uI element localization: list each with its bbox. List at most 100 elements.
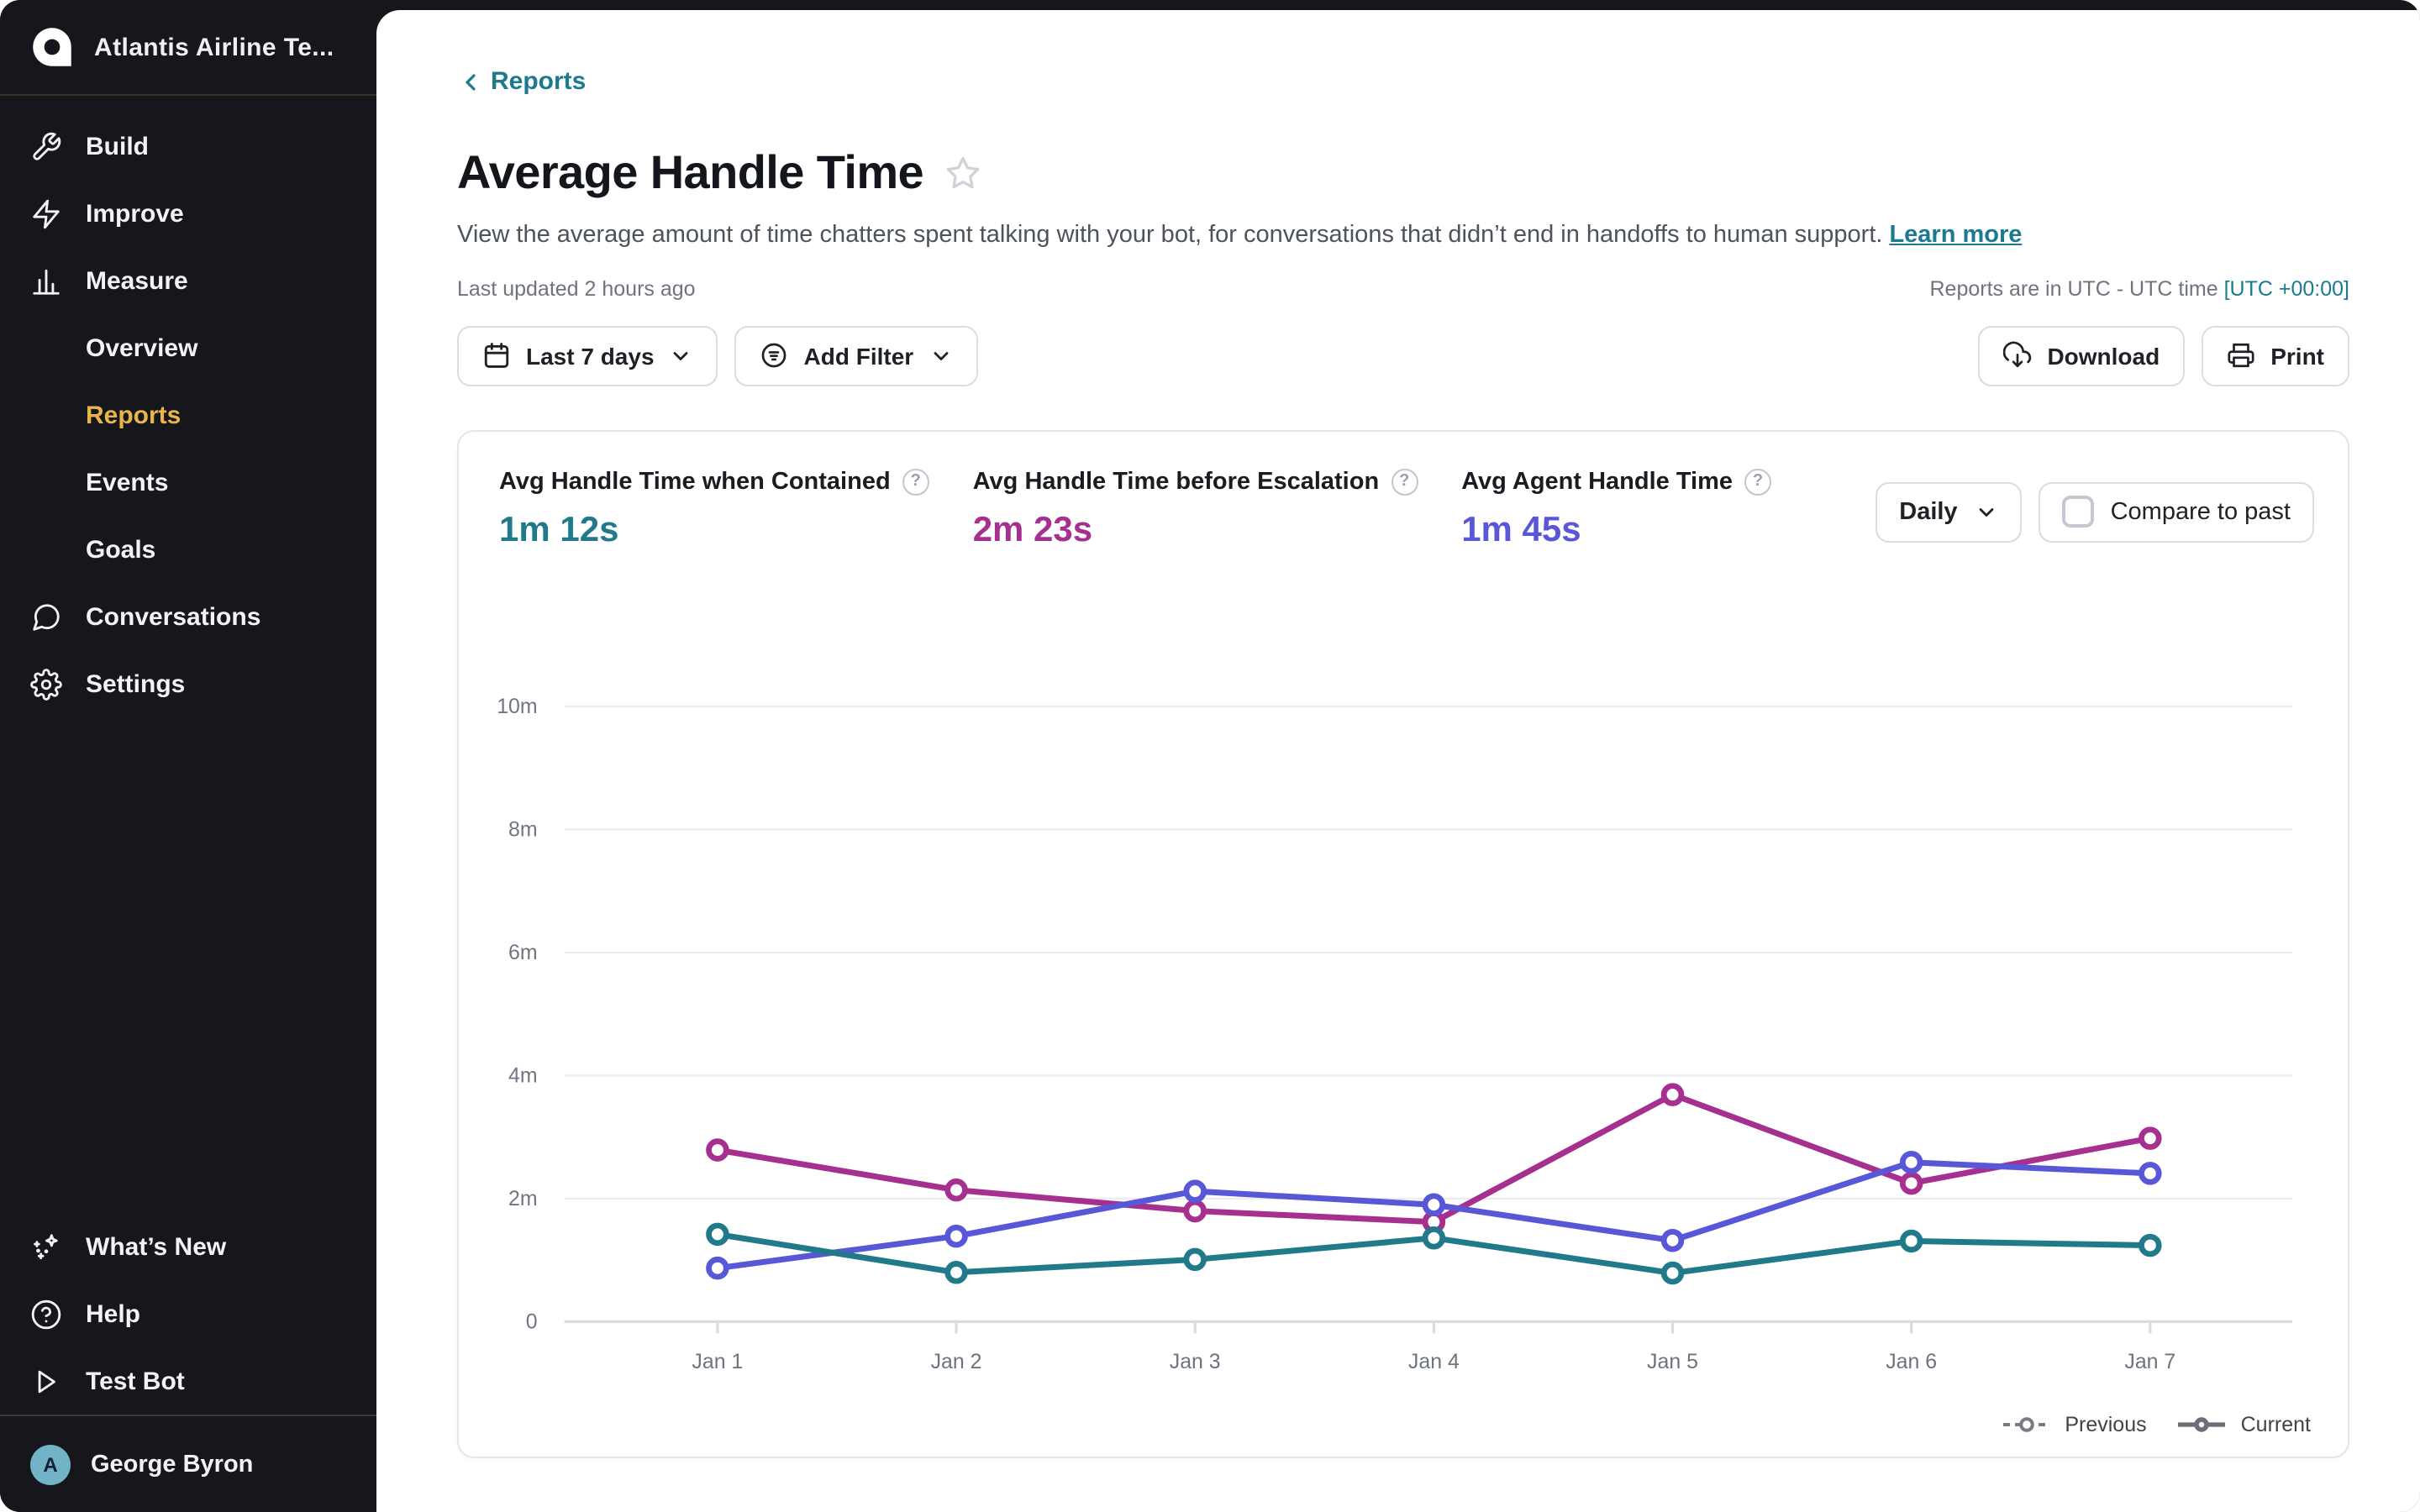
sidebar-item-label: Settings	[86, 669, 185, 698]
workspace-switcher[interactable]: Atlantis Airline Te...	[0, 0, 376, 94]
sidebar-item-label: Events	[86, 468, 168, 496]
legend-label: Current	[2241, 1412, 2311, 1436]
chevron-down-icon	[929, 344, 952, 367]
sidebar-item-label: Measure	[86, 266, 188, 295]
last-updated: Last updated 2 hours ago	[457, 276, 696, 300]
x-tick-label: Jan 1	[692, 1349, 743, 1373]
data-point	[2141, 1164, 2159, 1182]
help-tooltip-icon[interactable]: ?	[1391, 468, 1418, 495]
y-tick-label: 0	[526, 1309, 538, 1332]
chat-bubble-icon	[30, 601, 62, 633]
timezone-text: Reports are in UTC - UTC time	[1930, 276, 2218, 300]
workspace-name: Atlantis Airline Te...	[94, 33, 334, 61]
sparkles-icon	[30, 1231, 62, 1263]
sidebar-item-label: Overview	[86, 333, 197, 362]
page-title: Average Handle Time	[457, 144, 923, 201]
x-tick-label: Jan 6	[1886, 1349, 1937, 1373]
sidebar-item-events[interactable]: Events	[0, 449, 376, 516]
learn-more-link[interactable]: Learn more	[1889, 221, 2022, 248]
data-point	[948, 1263, 965, 1280]
x-tick-label: Jan 2	[931, 1349, 982, 1373]
sidebar-item-label: Test Bot	[86, 1367, 185, 1395]
legend-previous: Previous	[2001, 1412, 2146, 1436]
timezone-link[interactable]: [UTC +00:00]	[2224, 276, 2349, 300]
favorite-star-icon[interactable]	[944, 154, 981, 191]
sidebar-item-label: Help	[86, 1299, 140, 1328]
user-menu[interactable]: A George Byron	[0, 1415, 376, 1512]
y-tick-label: 6m	[508, 940, 538, 963]
data-point	[1902, 1231, 1920, 1249]
sidebar-item-build[interactable]: Build	[0, 113, 376, 180]
sidebar-item-label: Goals	[86, 535, 155, 564]
data-point	[1664, 1085, 1681, 1103]
sidebar-item-help[interactable]: Help	[0, 1280, 376, 1347]
breadcrumb[interactable]: Reports	[457, 67, 586, 96]
help-tooltip-icon[interactable]: ?	[1744, 468, 1771, 495]
granularity-select[interactable]: Daily	[1876, 481, 2021, 542]
data-point	[948, 1226, 965, 1244]
compare-checkbox[interactable]	[2062, 496, 2094, 528]
date-range-label: Last 7 days	[526, 342, 655, 369]
description-text: View the average amount of time chatters…	[457, 221, 1882, 248]
compare-label: Compare to past	[2111, 498, 2291, 525]
metric-label: Avg Agent Handle Time	[1461, 468, 1733, 495]
sidebar-nav: Build Improve Measure Overview Reports	[0, 96, 376, 717]
data-point	[1902, 1173, 1920, 1191]
x-tick-label: Jan 3	[1170, 1349, 1221, 1373]
lightning-icon	[30, 197, 62, 229]
sidebar-item-whats-new[interactable]: What’s New	[0, 1213, 376, 1280]
wrench-icon	[30, 130, 62, 162]
data-point	[1902, 1152, 1920, 1170]
data-point	[1186, 1182, 1204, 1200]
avatar: A	[30, 1444, 71, 1484]
compare-to-past-toggle[interactable]: Compare to past	[2039, 481, 2314, 542]
y-tick-label: 8m	[508, 816, 538, 840]
metric-value: 1m 45s	[1461, 510, 1771, 550]
sidebar-item-reports[interactable]: Reports	[0, 381, 376, 449]
solid-line-marker-icon	[2177, 1414, 2228, 1434]
print-button[interactable]: Print	[2202, 325, 2349, 386]
y-tick-label: 4m	[508, 1063, 538, 1086]
data-point	[1186, 1201, 1204, 1219]
add-filter-label: Add Filter	[804, 342, 914, 369]
app-window: Atlantis Airline Te... Build Improve M	[0, 0, 2420, 1512]
sidebar-item-label: What’s New	[86, 1232, 226, 1261]
y-tick-label: 2m	[508, 1186, 538, 1210]
gear-icon	[30, 668, 62, 700]
data-point	[1425, 1195, 1443, 1213]
play-icon	[30, 1365, 62, 1397]
legend-label: Previous	[2065, 1412, 2146, 1436]
sidebar-item-measure[interactable]: Measure	[0, 247, 376, 314]
chart-legend: Previous Current	[2001, 1412, 2311, 1436]
page-description: View the average amount of time chatters…	[457, 218, 2349, 251]
main-panel: Reports Average Handle Time View the ave…	[376, 10, 2420, 1512]
sidebar-item-test-bot[interactable]: Test Bot	[0, 1347, 376, 1415]
data-point	[709, 1225, 727, 1242]
download-button[interactable]: Download	[1978, 325, 2185, 386]
granularity-label: Daily	[1899, 498, 1957, 525]
bar-chart-icon	[30, 265, 62, 297]
data-point	[948, 1180, 965, 1198]
help-circle-icon	[30, 1298, 62, 1330]
metric-label: Avg Handle Time when Contained	[499, 468, 891, 495]
aht-chart-card: Avg Handle Time when Contained ? 1m 12s …	[457, 429, 2349, 1457]
sidebar-item-goals[interactable]: Goals	[0, 516, 376, 583]
aht-line-chart: 02m4m6m8m10mJan 1Jan 2Jan 3Jan 4Jan 5Jan…	[459, 431, 2348, 1456]
sidebar-item-overview[interactable]: Overview	[0, 314, 376, 381]
data-point	[2141, 1236, 2159, 1253]
y-tick-label: 10m	[497, 694, 537, 717]
chevron-down-icon	[670, 344, 693, 367]
calendar-icon	[482, 341, 511, 370]
sidebar-item-settings[interactable]: Settings	[0, 650, 376, 717]
sidebar-item-conversations[interactable]: Conversations	[0, 583, 376, 650]
help-tooltip-icon[interactable]: ?	[902, 468, 929, 495]
data-point	[1664, 1231, 1681, 1248]
data-point	[2141, 1129, 2159, 1147]
sidebar-item-improve[interactable]: Improve	[0, 180, 376, 247]
printer-icon	[2227, 341, 2255, 370]
add-filter-button[interactable]: Add Filter	[735, 325, 978, 386]
sidebar-item-label: Conversations	[86, 602, 260, 631]
sidebar-item-label: Reports	[86, 401, 181, 429]
x-tick-label: Jan 7	[2124, 1349, 2175, 1373]
date-range-button[interactable]: Last 7 days	[457, 325, 718, 386]
